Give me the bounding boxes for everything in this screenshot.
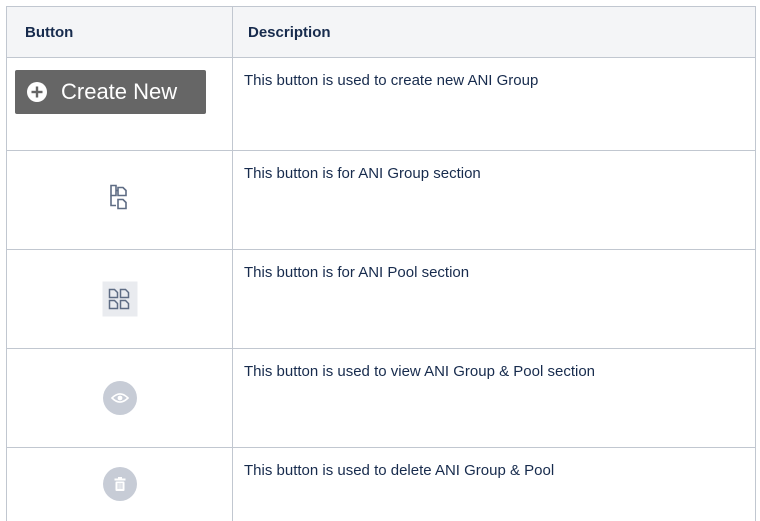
plus-circle-icon xyxy=(27,82,47,102)
table-row: This button is for ANI Group section xyxy=(7,151,756,250)
delete-button-circle xyxy=(103,467,137,501)
create-new-label: Create New xyxy=(61,79,177,105)
trash-icon xyxy=(114,477,126,491)
description-cell: This button is used to delete ANI Group … xyxy=(233,448,756,521)
ani-pool-button[interactable] xyxy=(102,282,137,317)
table-row: Create New This button is used to create… xyxy=(7,58,756,151)
table-row: This button is used to delete ANI Group … xyxy=(7,448,756,521)
view-button[interactable] xyxy=(103,381,137,415)
ani-pool-icon-tile xyxy=(102,282,137,317)
header-description: Description xyxy=(233,7,756,58)
view-button-circle xyxy=(103,381,137,415)
button-cell xyxy=(7,349,233,448)
button-cell xyxy=(7,250,233,349)
button-cell xyxy=(7,151,233,250)
create-new-button[interactable]: Create New xyxy=(15,70,206,114)
button-cell: Create New xyxy=(7,58,233,151)
eye-icon xyxy=(111,392,129,404)
table-row: This button is used to view ANI Group & … xyxy=(7,349,756,448)
description-cell: This button is for ANI Group section xyxy=(233,151,756,250)
header-button: Button xyxy=(7,7,233,58)
description-cell: This button is for ANI Pool section xyxy=(233,250,756,349)
table-header-row: Button Description xyxy=(7,7,756,58)
ani-pool-icon xyxy=(108,287,132,311)
description-cell: This button is used to view ANI Group & … xyxy=(233,349,756,448)
ani-group-button[interactable] xyxy=(109,184,131,217)
button-cell xyxy=(7,448,233,521)
delete-button[interactable] xyxy=(103,469,137,501)
table-row: This button is for ANI Pool section xyxy=(7,250,756,349)
ani-group-icon xyxy=(109,184,131,212)
description-cell: This button is used to create new ANI Gr… xyxy=(233,58,756,151)
